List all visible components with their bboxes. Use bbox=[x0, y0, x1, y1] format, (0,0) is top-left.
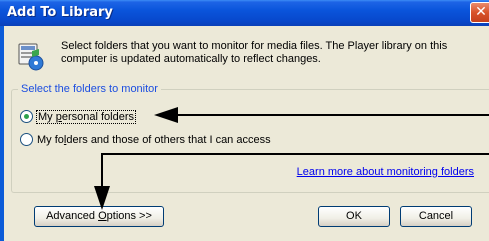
learn-more-link[interactable]: Learn more about monitoring folders bbox=[297, 166, 474, 178]
label-part: ersonal folders bbox=[61, 110, 135, 123]
ok-button[interactable]: OK bbox=[318, 206, 390, 227]
close-icon: ✕ bbox=[475, 4, 487, 20]
folders-groupbox: Select the folders to monitor My persona… bbox=[11, 83, 489, 193]
radio-my-personal-folders[interactable]: My personal folders bbox=[20, 109, 137, 124]
label-accel: O bbox=[98, 210, 107, 222]
radio-label-others: My folders and those of others that I ca… bbox=[37, 134, 271, 146]
description-text: Select folders that you want to monitor … bbox=[61, 40, 448, 65]
cancel-button[interactable]: Cancel bbox=[400, 206, 472, 227]
radio-my-folders-and-others[interactable]: My folders and those of others that I ca… bbox=[20, 133, 271, 146]
label-part: My fo bbox=[37, 133, 64, 146]
window-title: Add To Library bbox=[7, 5, 113, 20]
close-button[interactable]: ✕ bbox=[470, 2, 489, 23]
radio-button-checked[interactable] bbox=[20, 110, 33, 123]
label-part: ders and those of others that I can acce… bbox=[66, 133, 271, 146]
label-part: ptions >> bbox=[106, 210, 152, 222]
groupbox-legend: Select the folders to monitor bbox=[18, 83, 161, 95]
dialog-body: Select folders that you want to monitor … bbox=[4, 26, 489, 241]
advanced-options-button[interactable]: Advanced Options >> bbox=[34, 206, 164, 227]
radio-label-personal: My personal folders bbox=[35, 109, 137, 124]
title-bar[interactable]: Add To Library ✕ bbox=[0, 0, 489, 26]
add-to-library-dialog: Add To Library ✕ Select folders that you… bbox=[0, 0, 489, 241]
label-part: Advanced bbox=[46, 210, 99, 222]
radio-button-unchecked[interactable] bbox=[20, 133, 33, 146]
label-part: My bbox=[38, 110, 56, 123]
media-library-icon bbox=[18, 43, 44, 71]
